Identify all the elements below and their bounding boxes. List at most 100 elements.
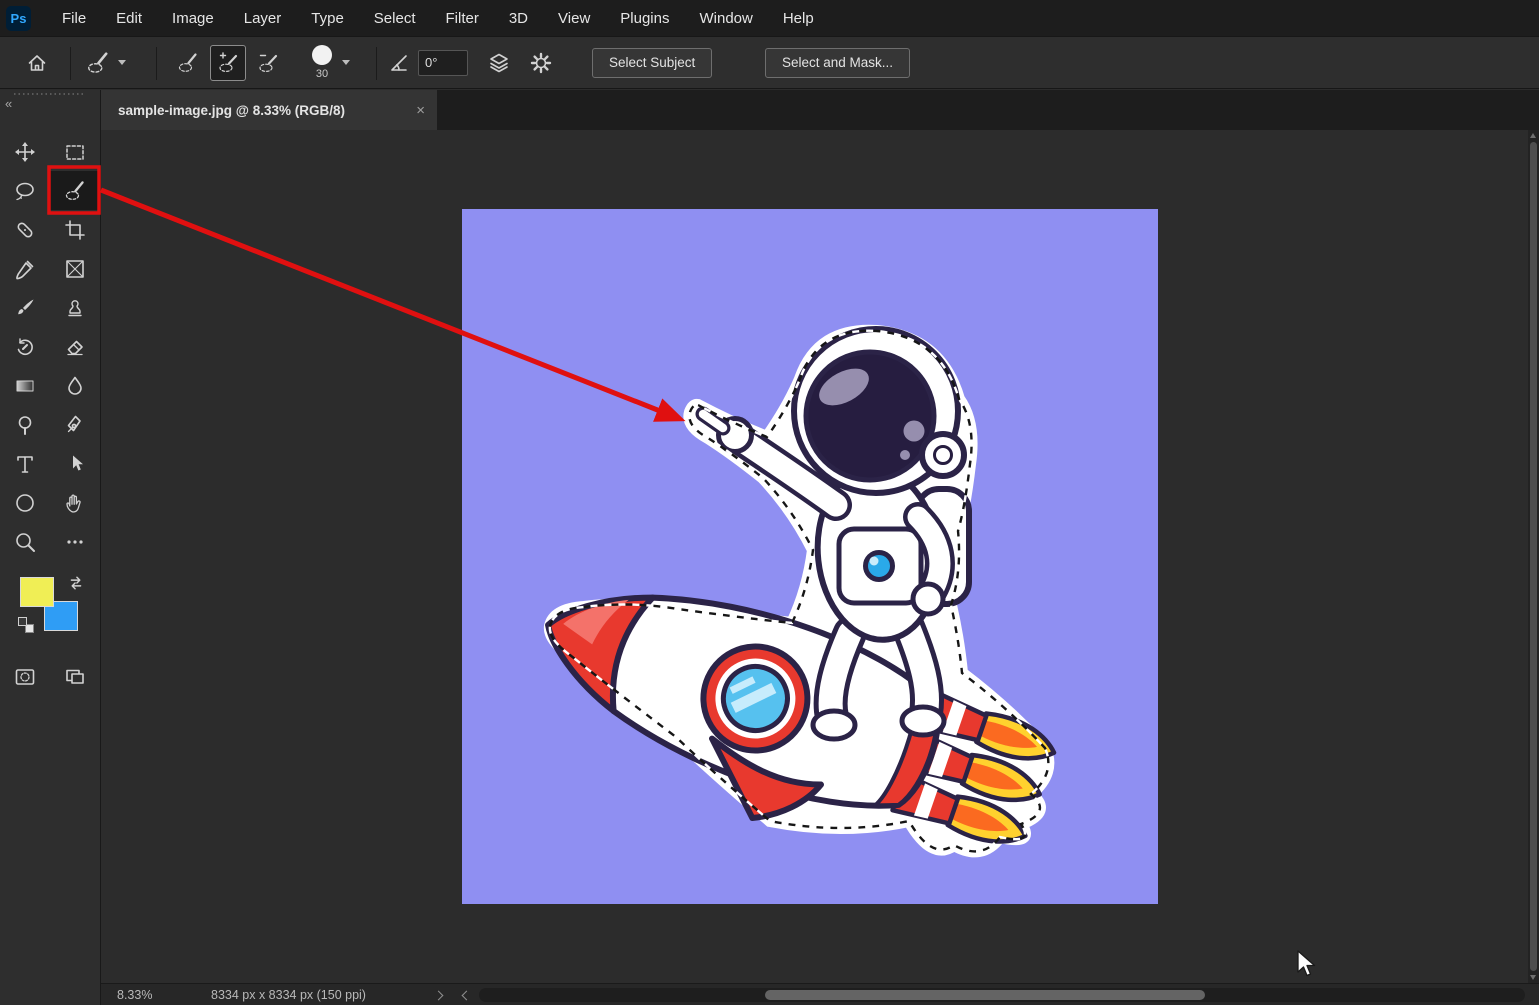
clone-stamp-icon bbox=[64, 297, 86, 319]
scroll-left-arrow-icon[interactable] bbox=[462, 990, 472, 1000]
screen-mode-button[interactable] bbox=[50, 657, 100, 696]
chevron-down-icon bbox=[342, 60, 350, 65]
swap-colors-icon[interactable] bbox=[68, 575, 84, 591]
status-bar: 8.33% 8334 px x 8334 px (150 ppi) bbox=[101, 983, 1539, 1005]
add-to-selection-mode-button[interactable] bbox=[210, 45, 246, 81]
tool-frame[interactable] bbox=[50, 249, 100, 288]
menu-item-image[interactable]: Image bbox=[157, 10, 229, 27]
menu-item-edit[interactable]: Edit bbox=[101, 10, 157, 27]
horizontal-scrollbar-thumb[interactable] bbox=[765, 990, 1205, 1000]
menu-item-help[interactable]: Help bbox=[768, 10, 829, 27]
menu-item-window[interactable]: Window bbox=[684, 10, 767, 27]
tool-crop[interactable] bbox=[50, 210, 100, 249]
pen-icon bbox=[64, 414, 86, 436]
menu-item-plugins[interactable]: Plugins bbox=[605, 10, 684, 27]
dodge-icon bbox=[14, 414, 36, 436]
tool-gradient[interactable] bbox=[0, 366, 50, 405]
scroll-down-arrow-icon[interactable] bbox=[1530, 975, 1536, 980]
tool-rectangular-marquee[interactable] bbox=[50, 132, 100, 171]
tool-move[interactable] bbox=[0, 132, 50, 171]
tool-spot-healing-brush[interactable] bbox=[0, 210, 50, 249]
lasso-icon bbox=[14, 180, 36, 202]
frame-icon bbox=[64, 258, 86, 280]
quick-selection-icon bbox=[64, 180, 86, 202]
tools-panel: « bbox=[0, 90, 101, 1005]
panel-drag-handle[interactable] bbox=[14, 93, 86, 95]
history-brush-icon bbox=[14, 336, 36, 358]
menu-item-filter[interactable]: Filter bbox=[431, 10, 494, 27]
crop-icon bbox=[64, 219, 86, 241]
brush-size-value: 30 bbox=[316, 68, 328, 80]
subtract-from-selection-icon bbox=[257, 52, 279, 74]
quick-mask-button[interactable] bbox=[0, 657, 50, 696]
gear-icon bbox=[530, 52, 552, 74]
tool-dodge[interactable] bbox=[0, 405, 50, 444]
blur-drop-icon bbox=[64, 375, 86, 397]
chest-button bbox=[866, 553, 893, 580]
tool-ellipse[interactable] bbox=[0, 483, 50, 522]
select-subject-button[interactable]: Select Subject bbox=[592, 48, 712, 78]
selection-options-button[interactable] bbox=[530, 37, 552, 88]
tool-blur[interactable] bbox=[50, 366, 100, 405]
layers-icon bbox=[488, 52, 510, 74]
zoom-level[interactable]: 8.33% bbox=[117, 984, 152, 1005]
tool-edit-toolbar[interactable] bbox=[50, 522, 100, 561]
sample-all-layers-button[interactable] bbox=[488, 37, 510, 88]
tool-preset-button[interactable] bbox=[86, 37, 126, 88]
gradient-icon bbox=[14, 375, 36, 397]
tool-eyedropper[interactable] bbox=[0, 249, 50, 288]
document-image[interactable] bbox=[462, 209, 1158, 904]
tool-clone-stamp[interactable] bbox=[50, 288, 100, 327]
tool-lasso[interactable] bbox=[0, 171, 50, 210]
foreground-color-swatch[interactable] bbox=[20, 577, 54, 607]
tool-brush[interactable] bbox=[0, 288, 50, 327]
marquee-icon bbox=[64, 141, 86, 163]
new-selection-mode-button[interactable] bbox=[170, 45, 206, 81]
tool-type[interactable] bbox=[0, 444, 50, 483]
vertical-scrollbar[interactable] bbox=[1528, 130, 1539, 983]
home-icon bbox=[26, 52, 48, 74]
document-size-info: 8334 px x 8334 px (150 ppi) bbox=[211, 984, 366, 1005]
tool-eraser[interactable] bbox=[50, 327, 100, 366]
tool-history-brush[interactable] bbox=[0, 327, 50, 366]
tab-close-button[interactable]: × bbox=[416, 102, 425, 119]
tool-hand[interactable] bbox=[50, 483, 100, 522]
tool-pen[interactable] bbox=[50, 405, 100, 444]
status-expand-icon[interactable] bbox=[434, 990, 444, 1000]
menu-bar: Ps File Edit Image Layer Type Select Fil… bbox=[0, 0, 1539, 36]
default-colors-icon[interactable] bbox=[18, 617, 34, 633]
menu-item-file[interactable]: File bbox=[47, 10, 101, 27]
menu-item-type[interactable]: Type bbox=[296, 10, 359, 27]
tool-quick-selection[interactable] bbox=[50, 171, 100, 210]
ellipse-icon bbox=[14, 492, 36, 514]
vertical-scrollbar-thumb[interactable] bbox=[1530, 142, 1537, 971]
menu-item-view[interactable]: View bbox=[543, 10, 605, 27]
menu-item-select[interactable]: Select bbox=[359, 10, 431, 27]
collapse-panel-button[interactable]: « bbox=[5, 96, 12, 111]
eyedropper-icon bbox=[14, 258, 36, 280]
select-and-mask-button[interactable]: Select and Mask... bbox=[765, 48, 910, 78]
canvas-area[interactable] bbox=[101, 130, 1528, 983]
zoom-icon bbox=[14, 531, 36, 553]
document-tab-bar: sample-image.jpg @ 8.33% (RGB/8) × bbox=[101, 90, 1539, 130]
brush-size-picker[interactable]: 30 bbox=[312, 45, 332, 80]
subtract-from-selection-mode-button[interactable] bbox=[250, 45, 286, 81]
menu-item-3d[interactable]: 3D bbox=[494, 10, 543, 27]
scroll-up-arrow-icon[interactable] bbox=[1530, 133, 1536, 138]
document-tab-title: sample-image.jpg @ 8.33% (RGB/8) bbox=[118, 103, 345, 118]
menu-item-layer[interactable]: Layer bbox=[229, 10, 297, 27]
angle-input[interactable] bbox=[418, 50, 468, 76]
tool-zoom[interactable] bbox=[0, 522, 50, 561]
home-button[interactable] bbox=[26, 37, 48, 88]
brush-icon bbox=[14, 297, 36, 319]
brush-tip-icon bbox=[312, 45, 332, 65]
visor bbox=[806, 352, 934, 480]
document-tab[interactable]: sample-image.jpg @ 8.33% (RGB/8) × bbox=[101, 90, 437, 130]
tool-path-selection[interactable] bbox=[50, 444, 100, 483]
photoshop-logo[interactable]: Ps bbox=[6, 6, 31, 31]
horizontal-scrollbar[interactable] bbox=[479, 988, 1525, 1002]
add-to-selection-icon bbox=[217, 52, 239, 74]
chevron-down-icon bbox=[118, 60, 126, 65]
screen-mode-icon bbox=[64, 666, 86, 688]
quick-selection-brush-icon bbox=[86, 51, 110, 75]
